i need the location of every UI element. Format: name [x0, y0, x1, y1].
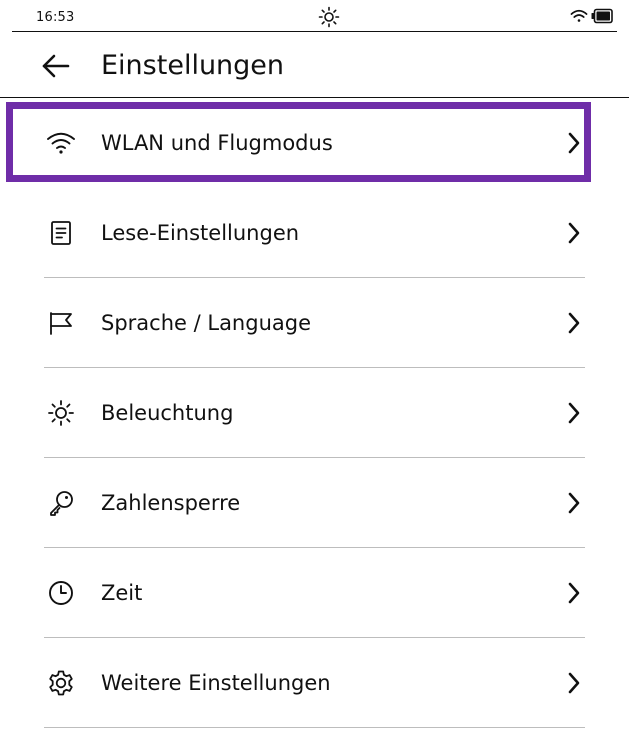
document-icon: [45, 217, 77, 249]
clock-icon: [45, 577, 77, 609]
sun-icon: [45, 397, 77, 429]
settings-item-label: WLAN und Flugmodus: [101, 131, 333, 155]
chevron-right-icon: [563, 222, 585, 244]
back-button[interactable]: [36, 46, 76, 86]
settings-item-label: Lese-Einstellungen: [101, 221, 300, 245]
settings-list: WLAN und Flugmodus Lese-Einstellungen Sp…: [0, 98, 629, 728]
chevron-right-icon: [563, 672, 585, 694]
settings-item-label: Sprache / Language: [101, 311, 311, 335]
chevron-right-icon: [563, 312, 585, 334]
arrow-left-icon: [41, 54, 71, 78]
status-bar: 16:53: [12, 0, 617, 32]
chevron-right-icon: [563, 132, 585, 154]
settings-item-language[interactable]: Sprache / Language: [0, 278, 629, 368]
chevron-right-icon: [563, 402, 585, 424]
settings-item-more[interactable]: Weitere Einstellungen: [0, 638, 629, 728]
battery-icon: [591, 8, 613, 24]
status-time: 16:53: [36, 10, 75, 25]
settings-item-pin-lock[interactable]: Zahlensperre: [0, 458, 629, 548]
divider: [44, 727, 585, 728]
gear-icon: [45, 667, 77, 699]
status-indicators: [570, 7, 613, 25]
wifi-icon: [570, 8, 588, 24]
key-icon: [45, 487, 77, 519]
chevron-right-icon: [563, 492, 585, 514]
wifi-icon: [45, 127, 77, 159]
header: Einstellungen: [0, 32, 629, 98]
settings-item-label: Zeit: [101, 581, 143, 605]
page-title: Einstellungen: [101, 50, 285, 81]
settings-item-label: Zahlensperre: [101, 491, 241, 515]
settings-item-time[interactable]: Zeit: [0, 548, 629, 638]
settings-item-reading[interactable]: Lese-Einstellungen: [0, 188, 629, 278]
settings-item-label: Beleuchtung: [101, 401, 234, 425]
flag-icon: [45, 307, 77, 339]
settings-item-wlan[interactable]: WLAN und Flugmodus: [0, 98, 629, 188]
sun-icon: [318, 6, 340, 28]
settings-item-label: Weitere Einstellungen: [101, 671, 331, 695]
settings-item-lighting[interactable]: Beleuchtung: [0, 368, 629, 458]
chevron-right-icon: [563, 582, 585, 604]
